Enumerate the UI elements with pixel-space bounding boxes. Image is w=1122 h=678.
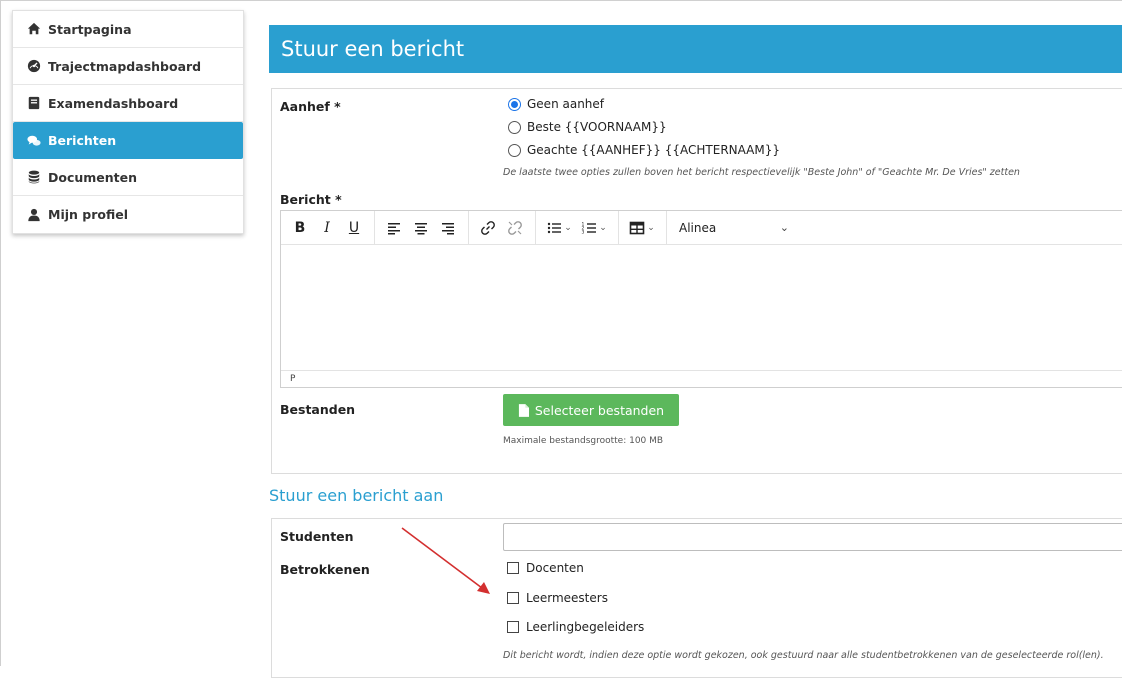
select-files-label: Selecteer bestanden xyxy=(534,402,665,418)
sidebar-item-berichten[interactable]: Berichten xyxy=(13,122,243,159)
align-left-icon xyxy=(388,222,400,234)
sidebar-nav: Startpagina Trajectmapdashboard Examenda… xyxy=(12,10,244,234)
underline-button[interactable]: U xyxy=(341,215,367,241)
sidebar-item-examendashboard[interactable]: Examendashboard xyxy=(13,85,243,122)
sidebar-item-trajectmapdashboard[interactable]: Trajectmapdashboard xyxy=(13,48,243,85)
svg-text:3: 3 xyxy=(582,229,585,235)
chevron-down-icon: ⌄ xyxy=(647,222,655,233)
studenten-label: Studenten xyxy=(280,529,354,544)
bestanden-label: Bestanden xyxy=(280,402,356,417)
radio-button[interactable] xyxy=(508,143,521,157)
sidebar-item-label: Examendashboard xyxy=(48,95,179,111)
sidebar-item-label: Startpagina xyxy=(48,21,132,37)
toolbar-divider xyxy=(374,210,375,245)
radio-label: Beste {{VOORNAAM}} xyxy=(527,120,667,134)
left-border xyxy=(0,0,1,666)
radio-label: Geen aanhef xyxy=(527,97,605,111)
rich-text-editor: B I U ⌄ 1 2 3 ⌄ ⌄ Alinea ⌄ P xyxy=(280,210,1122,388)
home-icon xyxy=(27,22,41,36)
toolbar-divider xyxy=(535,210,536,245)
recipients-section-title: Stuur een bericht aan xyxy=(269,486,444,505)
sidebar-item-label: Documenten xyxy=(48,169,138,185)
align-right-button[interactable] xyxy=(435,215,461,241)
chevron-down-icon: ⌄ xyxy=(599,222,607,233)
file-icon xyxy=(518,403,529,417)
align-left-button[interactable] xyxy=(381,215,407,241)
checkbox[interactable] xyxy=(507,621,519,633)
radio-button-checked[interactable] xyxy=(508,97,521,111)
aanhef-label: Aanhef * xyxy=(280,99,341,114)
align-center-button[interactable] xyxy=(408,215,434,241)
sidebar-item-label: Berichten xyxy=(48,133,117,148)
checkbox[interactable] xyxy=(507,562,519,574)
bold-button[interactable]: B xyxy=(287,215,313,241)
aanhef-hint: De laatste twee opties zullen boven het … xyxy=(503,167,1020,178)
page-title: Stuur een bericht xyxy=(269,25,1122,73)
unlink-icon xyxy=(508,220,522,235)
insert-link-button[interactable] xyxy=(475,215,501,241)
user-icon xyxy=(27,208,41,222)
align-center-icon xyxy=(415,222,427,234)
database-icon xyxy=(27,170,41,184)
checkbox-docenten[interactable]: Docenten xyxy=(507,561,584,575)
select-files-button[interactable]: Selecteer bestanden xyxy=(503,394,679,426)
remove-link-button[interactable] xyxy=(502,215,528,241)
table-icon xyxy=(629,221,645,234)
message-form-panel: Aanhef * Geen aanhef Beste {{VOORNAAM}} … xyxy=(271,88,1122,474)
sidebar-item-startpagina[interactable]: Startpagina xyxy=(13,11,243,48)
bullet-list-button[interactable]: ⌄ xyxy=(542,215,576,241)
bericht-label: Bericht * xyxy=(280,192,342,207)
sidebar-item-label: Mijn profiel xyxy=(48,207,128,222)
checkbox-label: Leermeesters xyxy=(526,591,608,605)
block-format-value: Alinea xyxy=(679,220,717,235)
numbered-list-icon: 123 xyxy=(582,221,597,235)
recipients-panel: Studenten Betrokkenen Docenten Leermeest… xyxy=(271,518,1122,678)
chat-bubbles-icon xyxy=(27,134,41,148)
book-icon xyxy=(27,96,41,110)
toolbar-divider xyxy=(468,210,469,245)
betrokkenen-hint: Dit bericht wordt, indien deze optie wor… xyxy=(503,650,1104,661)
align-right-icon xyxy=(442,222,454,234)
betrokkenen-label: Betrokkenen xyxy=(280,562,370,577)
radio-beste-voornaam[interactable]: Beste {{VOORNAAM}} xyxy=(508,120,667,134)
toolbar-divider xyxy=(618,210,619,245)
checkbox-leerlingbegeleiders[interactable]: Leerlingbegeleiders xyxy=(507,620,644,634)
dashboard-gauge-icon xyxy=(27,59,41,73)
chevron-down-icon: ⌄ xyxy=(779,221,789,234)
radio-button[interactable] xyxy=(508,120,521,134)
radio-label: Geachte {{AANHEF}} {{ACHTERNAAM}} xyxy=(527,143,781,157)
block-format-select[interactable]: Alinea ⌄ xyxy=(679,221,789,235)
radio-geen-aanhef[interactable]: Geen aanhef xyxy=(508,97,604,111)
editor-toolbar: B I U ⌄ 1 2 3 ⌄ ⌄ Alinea ⌄ xyxy=(281,210,1122,245)
insert-table-button[interactable]: ⌄ xyxy=(625,215,659,241)
chevron-down-icon: ⌄ xyxy=(564,222,572,233)
radio-geachte-aanhef-achternaam[interactable]: Geachte {{AANHEF}} {{ACHTERNAAM}} xyxy=(508,143,780,157)
editor-statusbar-path: P xyxy=(281,370,1122,387)
checkbox-label: Docenten xyxy=(526,561,584,575)
toolbar-divider xyxy=(666,210,667,245)
sidebar-item-label: Trajectmapdashboard xyxy=(48,58,202,74)
editor-content-area[interactable] xyxy=(281,245,1122,370)
italic-button[interactable]: I xyxy=(314,215,340,241)
sidebar-item-documenten[interactable]: Documenten xyxy=(13,159,243,196)
checkbox-leermeesters[interactable]: Leermeesters xyxy=(507,591,608,605)
studenten-input[interactable] xyxy=(503,523,1122,551)
link-icon xyxy=(481,220,495,235)
top-border xyxy=(0,0,1122,1)
bullet-list-icon xyxy=(548,222,562,233)
checkbox-label: Leerlingbegeleiders xyxy=(526,620,645,634)
numbered-list-button[interactable]: 123 ⌄ xyxy=(577,215,611,241)
max-file-size-hint: Maximale bestandsgrootte: 100 MB xyxy=(503,436,664,446)
sidebar-item-mijn-profiel[interactable]: Mijn profiel xyxy=(13,196,243,233)
checkbox[interactable] xyxy=(507,592,519,604)
